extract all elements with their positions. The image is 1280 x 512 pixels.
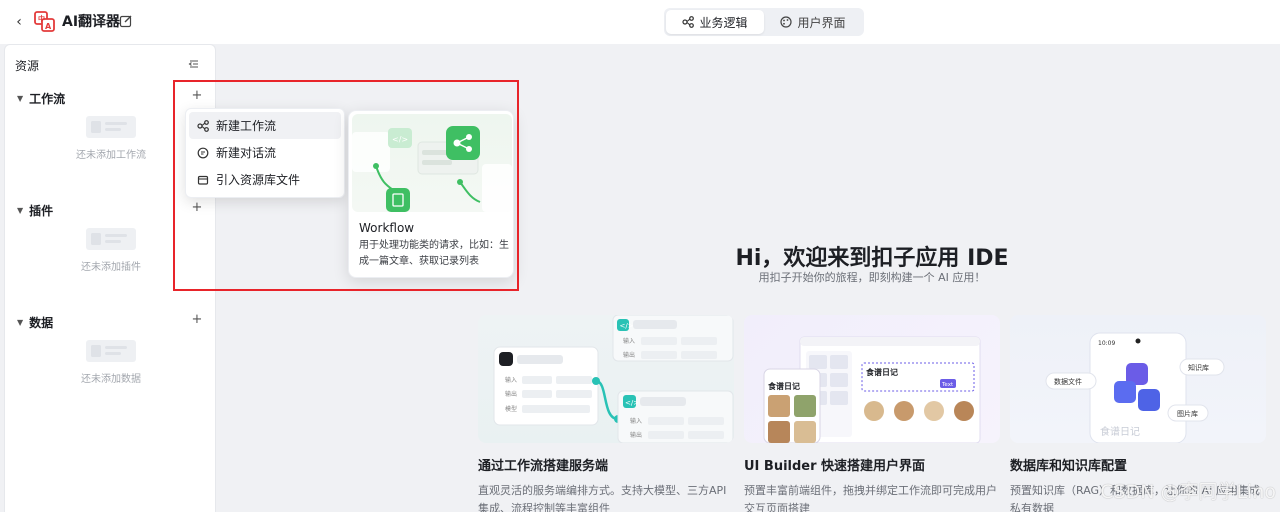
app-logo-icon: 中 A bbox=[34, 11, 55, 32]
section-toggle-data[interactable]: ▼ 数据 bbox=[17, 314, 53, 331]
edit-icon[interactable] bbox=[119, 14, 133, 28]
empty-text: 还未添加插件 bbox=[81, 262, 141, 273]
svg-text:输出: 输出 bbox=[623, 351, 635, 359]
card-title: 通过工作流搭建服务端 bbox=[478, 459, 609, 474]
card-title: UI Builder 快速搭建用户界面 bbox=[744, 459, 926, 474]
svg-text:图片库: 图片库 bbox=[1177, 409, 1198, 418]
welcome-subtitle: 用扣子开始你的旅程，即刻构建一个 AI 应用！ bbox=[758, 271, 986, 284]
add-workflow-button[interactable]: + bbox=[189, 88, 205, 104]
workspace: 资源 ▼ 工作流 + 还未添加工作流 ▼ 插件 + 还未添加插件 ▼ 数据 + … bbox=[0, 44, 1280, 512]
svg-text:</>: </> bbox=[620, 322, 634, 330]
empty-placeholder-icon bbox=[86, 116, 136, 138]
svg-text:输出: 输出 bbox=[630, 431, 642, 439]
tab-user-interface[interactable]: 用户界面 bbox=[764, 10, 862, 34]
section-title: 插件 bbox=[29, 204, 54, 218]
empty-placeholder-icon bbox=[86, 340, 136, 362]
library-icon bbox=[197, 175, 209, 185]
watermark: CSDN @李同学Lino bbox=[1100, 481, 1276, 503]
preview-title: Workflow bbox=[359, 221, 415, 235]
ui-builder-illustration: 食谱日记 Text 食谱日记 bbox=[744, 315, 1000, 443]
workflow-icon bbox=[682, 16, 695, 28]
chevron-down-icon: ▼ bbox=[17, 318, 24, 327]
view-switch: 业务逻辑 用户界面 bbox=[664, 8, 864, 36]
card-description: 直观灵活的服务端编排方式。支持大模型、三方API集成、流程控制等丰富组件 bbox=[478, 484, 727, 512]
tab-label: 业务逻辑 bbox=[699, 15, 748, 30]
workflow-preview-card: </> Workflow 用于处理功能类的请求，比如：生成一篇文章、获取记录列表 bbox=[348, 110, 514, 278]
ui-builder-mockup: 食谱日记 Text 食谱日记 bbox=[763, 336, 981, 443]
empty-placeholder-icon bbox=[86, 228, 136, 250]
menu-item-import-library[interactable]: 引入资源库文件 bbox=[189, 166, 341, 193]
sidebar-title: 资源 bbox=[15, 59, 40, 73]
database-mockup: 10:09 食谱日记 数据文件 知识库 图片库 bbox=[1045, 332, 1225, 443]
app-title: AI翻译器 bbox=[62, 14, 121, 30]
chevron-down-icon: ▼ bbox=[17, 94, 24, 103]
section-title: 工作流 bbox=[29, 92, 66, 106]
tab-business-logic[interactable]: 业务逻辑 bbox=[666, 10, 764, 34]
feature-card-ui-builder[interactable]: 食谱日记 Text 食谱日记 UI Builder 快速搭建用户界面 预置丰富前… bbox=[744, 315, 1000, 512]
workflow-diagram: </> 输入 输出 输入 输出 模型 </> 输入 输出 bbox=[493, 315, 734, 443]
add-data-button[interactable]: + bbox=[189, 312, 205, 328]
svg-text:10:09: 10:09 bbox=[1098, 340, 1115, 347]
svg-text:A: A bbox=[45, 22, 52, 31]
chevron-down-icon: ▼ bbox=[17, 206, 24, 215]
add-resource-menu: 新建工作流 新建对话流 引入资源库文件 bbox=[185, 108, 345, 198]
svg-text:模型: 模型 bbox=[505, 405, 517, 413]
svg-text:输入: 输入 bbox=[630, 417, 642, 425]
welcome-title: Hi，欢迎来到扣子应用 IDE bbox=[735, 246, 1009, 271]
database-illustration: 10:09 食谱日记 数据文件 知识库 图片库 bbox=[1010, 315, 1266, 443]
svg-text:输出: 输出 bbox=[505, 390, 517, 398]
svg-text:数据文件: 数据文件 bbox=[1054, 377, 1082, 386]
svg-text:输入: 输入 bbox=[623, 337, 635, 345]
svg-text:知识库: 知识库 bbox=[1188, 363, 1209, 372]
section-title: 数据 bbox=[29, 316, 54, 330]
menu-item-new-chatflow[interactable]: 新建对话流 bbox=[189, 139, 341, 166]
workflow-icon bbox=[197, 119, 209, 132]
svg-text:中: 中 bbox=[38, 14, 45, 23]
menu-item-label: 引入资源库文件 bbox=[216, 173, 301, 187]
svg-text:输入: 输入 bbox=[505, 376, 517, 384]
svg-text:</>: </> bbox=[392, 135, 408, 144]
palette-icon bbox=[780, 16, 793, 28]
feature-card-workflow[interactable]: </> 输入 输出 输入 输出 模型 </> 输入 输出 通过工作流搭建服务端 … bbox=[478, 315, 734, 512]
svg-text:食谱日记: 食谱日记 bbox=[768, 381, 800, 391]
preview-description: 用于处理功能类的请求，比如：生成一篇文章、获取记录列表 bbox=[359, 240, 509, 267]
back-icon[interactable]: ‹ bbox=[10, 12, 28, 32]
collapse-sidebar-icon[interactable] bbox=[187, 57, 201, 71]
top-bar: ‹ 中 A AI翻译器 业务逻辑 用户界面 bbox=[0, 0, 1280, 44]
menu-item-new-workflow[interactable]: 新建工作流 bbox=[189, 112, 341, 139]
svg-text:</>: </> bbox=[625, 399, 639, 407]
svg-text:食谱日记: 食谱日记 bbox=[1100, 425, 1140, 438]
chatflow-icon bbox=[197, 147, 209, 158]
workflow-preview-illustration: </> bbox=[352, 114, 512, 212]
empty-text: 还未添加数据 bbox=[81, 374, 141, 385]
svg-text:食谱日记: 食谱日记 bbox=[866, 367, 898, 377]
card-description: 预置丰富前端组件，拖拽并绑定工作流即可完成用户交互页面搭建 bbox=[744, 484, 997, 512]
workflow-illustration: </> 输入 输出 输入 输出 模型 </> 输入 输出 bbox=[478, 315, 734, 443]
add-plugin-button[interactable]: + bbox=[189, 200, 205, 216]
card-title: 数据库和知识库配置 bbox=[1010, 459, 1128, 474]
section-toggle-workflow[interactable]: ▼ 工作流 bbox=[17, 90, 65, 107]
menu-item-label: 新建工作流 bbox=[216, 119, 277, 133]
menu-item-label: 新建对话流 bbox=[216, 146, 277, 160]
section-toggle-plugins[interactable]: ▼ 插件 bbox=[17, 202, 53, 219]
tab-label: 用户界面 bbox=[797, 15, 846, 30]
svg-text:Text: Text bbox=[941, 382, 954, 388]
